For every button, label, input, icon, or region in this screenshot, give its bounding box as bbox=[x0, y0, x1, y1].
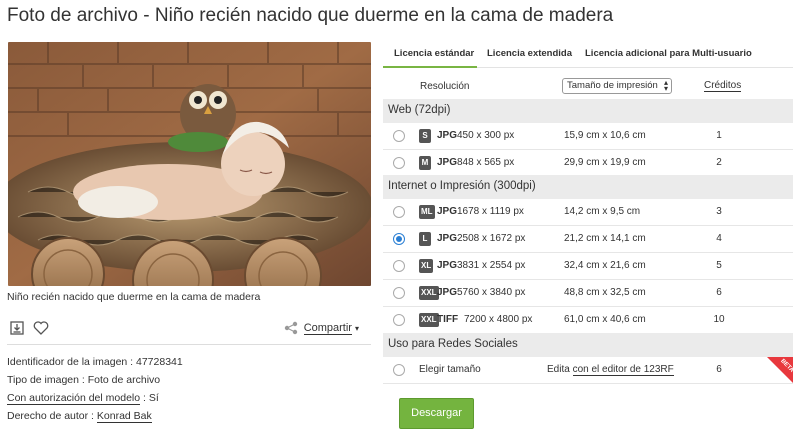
favorite-heart-icon[interactable] bbox=[33, 321, 49, 335]
credit-cost: 6 bbox=[716, 287, 722, 298]
chevron-down-icon: ▾ bbox=[354, 323, 359, 333]
image-caption: Niño recién nacido que duerme en la cama… bbox=[7, 291, 261, 303]
share-icon bbox=[284, 321, 297, 335]
print-size: 61,0 cm x 40,6 cm bbox=[564, 314, 646, 325]
format-label: TIFF bbox=[437, 314, 459, 325]
author-link[interactable]: Konrad Bak bbox=[96, 410, 152, 423]
model-release: Con autorización del modelo : Sí bbox=[7, 392, 159, 405]
format-label: JPG bbox=[437, 206, 458, 217]
size-badge: XXL bbox=[419, 286, 439, 300]
credit-cost: 3 bbox=[716, 206, 722, 217]
format-label: JPG bbox=[437, 287, 458, 298]
pixel-size: 1678 x 1119 px bbox=[457, 206, 524, 217]
page-title: Foto de archivo - Niño recién nacido que… bbox=[7, 5, 614, 26]
copyright: Derecho de autor : Konrad Bak bbox=[7, 410, 152, 423]
size-row-xxl-jpg[interactable]: XXL JPG 5760 x 3840 px 48,8 cm x 32,5 cm… bbox=[383, 280, 793, 307]
credit-cost: 10 bbox=[713, 314, 725, 325]
format-label: JPG bbox=[437, 233, 458, 244]
credit-cost: 2 bbox=[716, 157, 722, 168]
size-radio[interactable] bbox=[393, 260, 405, 272]
section-print: Internet o Impresión (300dpi) bbox=[383, 175, 793, 199]
size-radio[interactable] bbox=[393, 157, 405, 169]
editor-link-text: Edita con el editor de 123RF bbox=[547, 364, 674, 376]
credits-header-link[interactable]: Créditos bbox=[704, 80, 742, 92]
size-radio-selected[interactable] bbox=[393, 233, 405, 245]
size-badge: S bbox=[419, 129, 431, 143]
credit-cost: 4 bbox=[716, 233, 722, 244]
size-radio[interactable] bbox=[393, 364, 405, 376]
image-type: Tipo de imagen : Foto de archivo bbox=[7, 374, 161, 386]
credit-cost: 5 bbox=[716, 260, 722, 271]
tab-standard-license[interactable]: Licencia estándar bbox=[394, 48, 474, 59]
size-badge: ML bbox=[419, 205, 435, 219]
share-label: Compartir bbox=[303, 321, 352, 335]
stock-photo[interactable] bbox=[8, 42, 371, 286]
credit-cost: 6 bbox=[716, 364, 722, 375]
format-label: JPG bbox=[437, 157, 458, 168]
editor-link[interactable]: con el editor de 123RF bbox=[572, 364, 674, 376]
beta-ribbon: BETA bbox=[767, 357, 793, 383]
size-badge: XXL bbox=[419, 313, 439, 327]
pixel-size: 848 x 565 px bbox=[457, 157, 515, 168]
share-button[interactable]: Compartir ▾ bbox=[284, 319, 359, 337]
size-unit-select[interactable]: Tamaño de impresión ▴ ▾ bbox=[562, 78, 672, 94]
active-tab-indicator bbox=[383, 66, 477, 68]
download-button[interactable]: Descargar bbox=[399, 398, 474, 429]
divider bbox=[7, 344, 371, 345]
resolution-header: Resolución bbox=[420, 81, 470, 92]
print-size: 21,2 cm x 14,1 cm bbox=[564, 233, 646, 244]
print-size: 29,9 cm x 19,9 cm bbox=[564, 157, 646, 168]
size-radio[interactable] bbox=[393, 287, 405, 299]
size-radio[interactable] bbox=[393, 130, 405, 142]
print-size: 15,9 cm x 10,6 cm bbox=[564, 130, 646, 141]
size-row-xxl-tiff[interactable]: XXL TIFF 7200 x 4800 px 61,0 cm x 40,6 c… bbox=[383, 307, 793, 334]
pixel-size: 3831 x 2554 px bbox=[457, 260, 526, 271]
pixel-size: 7200 x 4800 px bbox=[464, 314, 533, 325]
tab-multi-user-license[interactable]: Licencia adicional para Multi-usuario bbox=[585, 48, 752, 59]
photo-illustration bbox=[8, 42, 371, 286]
select-arrows-icon: ▴ ▾ bbox=[663, 78, 668, 93]
image-id: Identificador de la imagen : 47728341 bbox=[7, 356, 183, 368]
section-social: Uso para Redes Sociales bbox=[383, 333, 793, 357]
section-web: Web (72dpi) bbox=[383, 99, 793, 123]
choose-size-label: Elegir tamaño bbox=[419, 364, 481, 375]
image-actions: Compartir ▾ bbox=[7, 316, 371, 342]
size-badge: L bbox=[419, 232, 431, 246]
pixel-size: 450 x 300 px bbox=[457, 130, 515, 141]
size-row-xl[interactable]: XL JPG 3831 x 2554 px 32,4 cm x 21,6 cm … bbox=[383, 253, 793, 280]
tab-extended-license[interactable]: Licencia extendida bbox=[487, 48, 572, 59]
social-size-row[interactable]: Elegir tamaño Edita con el editor de 123… bbox=[383, 357, 793, 384]
size-badge: XL bbox=[419, 259, 434, 273]
pixel-size: 2508 x 1672 px bbox=[457, 233, 526, 244]
print-size: 48,8 cm x 32,5 cm bbox=[564, 287, 646, 298]
size-row-s[interactable]: S JPG 450 x 300 px 15,9 cm x 10,6 cm 1 bbox=[383, 123, 793, 150]
pixel-size: 5760 x 3840 px bbox=[457, 287, 526, 298]
format-label: JPG bbox=[437, 260, 458, 271]
size-badge: M bbox=[419, 156, 431, 170]
size-row-l[interactable]: L JPG 2508 x 1672 px 21,2 cm x 14,1 cm 4 bbox=[383, 226, 793, 253]
license-tabs: Licencia estándar Licencia extendida Lic… bbox=[383, 44, 793, 68]
size-radio[interactable] bbox=[393, 314, 405, 326]
size-row-m[interactable]: M JPG 848 x 565 px 29,9 cm x 19,9 cm 2 bbox=[383, 150, 793, 177]
model-release-link[interactable]: Con autorización del modelo bbox=[7, 392, 141, 405]
print-size: 32,4 cm x 21,6 cm bbox=[564, 260, 646, 271]
download-icon[interactable] bbox=[10, 321, 24, 335]
format-label: JPG bbox=[437, 130, 458, 141]
size-radio[interactable] bbox=[393, 206, 405, 218]
size-row-ml[interactable]: ML JPG 1678 x 1119 px 14,2 cm x 9,5 cm 3 bbox=[383, 199, 793, 226]
credit-cost: 1 bbox=[716, 130, 722, 141]
print-size: 14,2 cm x 9,5 cm bbox=[564, 206, 641, 217]
